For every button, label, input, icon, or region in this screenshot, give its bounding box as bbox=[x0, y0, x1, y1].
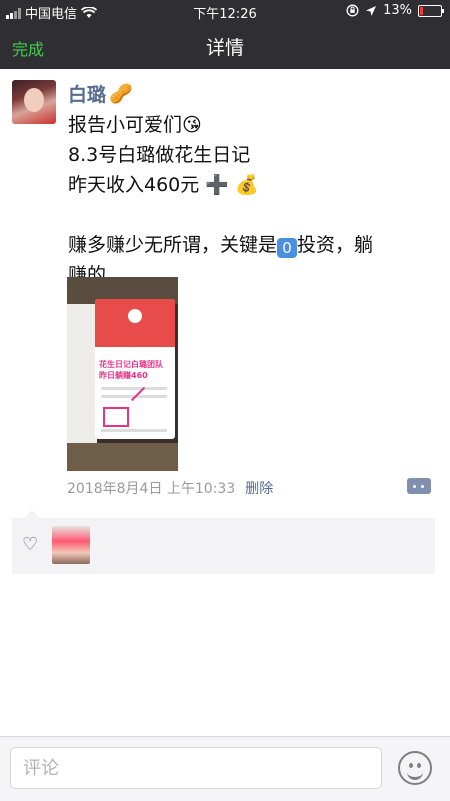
post-text: 报告小可爱们😘 8.3号白璐做花生日记 昨天收入460元 ➕ 💰 赚多赚少无所谓… bbox=[68, 110, 434, 290]
highlight-box bbox=[103, 407, 129, 427]
delete-link[interactable]: 删除 bbox=[245, 478, 273, 498]
post-line-4: 赚多赚少无所谓，关键是 bbox=[68, 234, 278, 256]
post-image-caption-line2: 昨日躺赚460 bbox=[99, 371, 148, 380]
author-name-row[interactable]: 白璐 🥜 bbox=[68, 80, 133, 107]
page-title: 详情 bbox=[205, 37, 244, 59]
post-date: 2018年8月4日 上午10:33 bbox=[67, 481, 236, 497]
status-bar: 中国电信 下午12:26 13% bbox=[0, 0, 450, 22]
heart-icon: ♡ bbox=[22, 534, 39, 555]
likes-panel: ♡ bbox=[12, 510, 435, 574]
comment-dots-icon[interactable] bbox=[407, 478, 431, 494]
author-avatar[interactable] bbox=[12, 80, 56, 124]
author-name[interactable]: 白璐 bbox=[68, 80, 106, 107]
post-image-card: 花生日记白璐团队 昨日躺赚460 bbox=[95, 299, 175, 439]
liker-avatar[interactable] bbox=[52, 526, 90, 564]
emoji-face-icon[interactable] bbox=[398, 751, 432, 785]
post-image-caption: 花生日记白璐团队 昨日躺赚460 bbox=[99, 359, 173, 381]
status-right: 13% bbox=[346, 3, 444, 18]
peanut-emoji-icon: 🥜 bbox=[109, 83, 133, 105]
post-line-4b: 投资，躺 bbox=[297, 234, 374, 256]
battery-icon bbox=[418, 4, 444, 17]
post-meta: 2018年8月4日 上午10:33 删除 bbox=[67, 478, 273, 498]
location-arrow-icon bbox=[366, 5, 377, 16]
zero-emoji-icon: 0 bbox=[277, 238, 298, 258]
post-image[interactable]: 花生日记白璐团队 昨日躺赚460 bbox=[67, 277, 178, 471]
plus-emoji-icon: ➕ bbox=[205, 174, 229, 196]
post-line-3: 昨天收入460元 bbox=[68, 174, 200, 196]
post-line-2: 8.3号白璐做花生日记 bbox=[68, 144, 251, 166]
nav-bar: 完成 详情 bbox=[0, 22, 450, 69]
post-image-caption-line1: 花生日记白璐团队 bbox=[99, 360, 163, 369]
comment-input[interactable] bbox=[10, 747, 382, 789]
money-bag-emoji-icon: 💰 bbox=[235, 174, 259, 196]
lock-rotation-icon bbox=[346, 4, 359, 17]
kiss-emoji-icon: 😘 bbox=[182, 114, 202, 136]
battery-percent: 13% bbox=[383, 3, 412, 18]
comment-bar bbox=[0, 736, 450, 801]
post-line-1: 报告小可爱们 bbox=[68, 114, 183, 136]
